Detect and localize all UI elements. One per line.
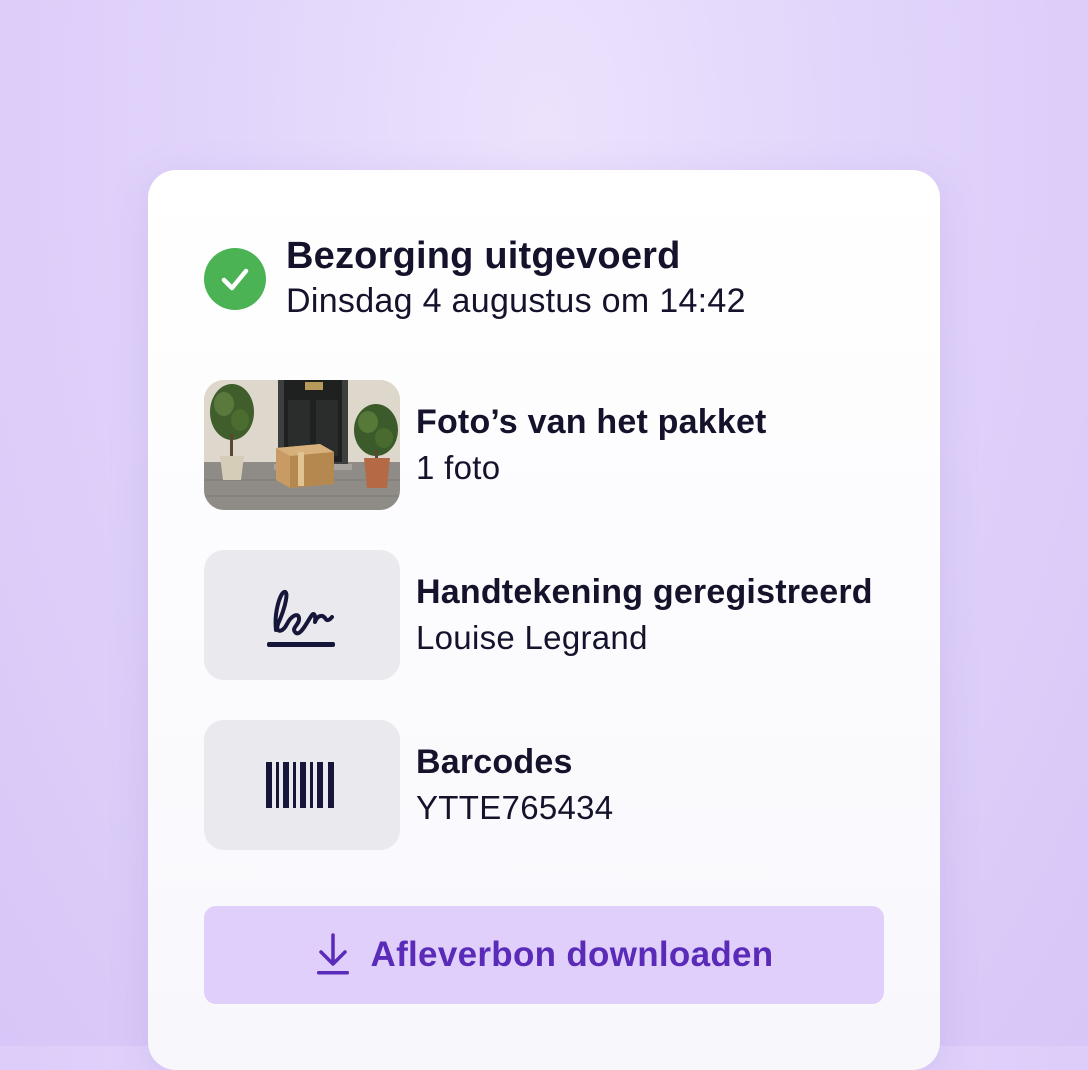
signature-icon xyxy=(267,589,335,647)
photos-count: 1 foto xyxy=(416,449,501,486)
signature-row[interactable]: Handtekening geregistreerd Louise Legran… xyxy=(204,550,873,680)
photos-row[interactable]: Foto’s van het pakket 1 foto xyxy=(204,380,767,510)
package-photo-thumbnail[interactable] xyxy=(204,380,400,510)
barcode-value: YTTE765434 xyxy=(416,789,614,826)
barcodes-title: Barcodes xyxy=(416,743,573,781)
status-title: Bezorging uitgevoerd xyxy=(286,235,681,277)
signature-name: Louise Legrand xyxy=(416,619,648,656)
check-circle-icon xyxy=(204,248,266,310)
signature-title: Handtekening geregistreerd xyxy=(416,573,873,611)
barcode-tile[interactable] xyxy=(204,720,400,850)
barcodes-row[interactable]: Barcodes YTTE765434 xyxy=(204,720,613,850)
download-delivery-note-button[interactable]: Afleverbon downloaden xyxy=(204,906,884,1004)
signature-tile[interactable] xyxy=(204,550,400,680)
status-datetime: Dinsdag 4 augustus om 14:42 xyxy=(286,282,746,320)
delivery-card: Bezorging uitgevoerd Dinsdag 4 augustus … xyxy=(148,170,940,1070)
download-label: Afleverbon downloaden xyxy=(370,935,774,974)
photos-title: Foto’s van het pakket xyxy=(416,403,767,441)
download-icon xyxy=(316,933,349,975)
delivery-status: Bezorging uitgevoerd Dinsdag 4 augustus … xyxy=(204,234,746,324)
barcode-icon xyxy=(266,762,334,808)
